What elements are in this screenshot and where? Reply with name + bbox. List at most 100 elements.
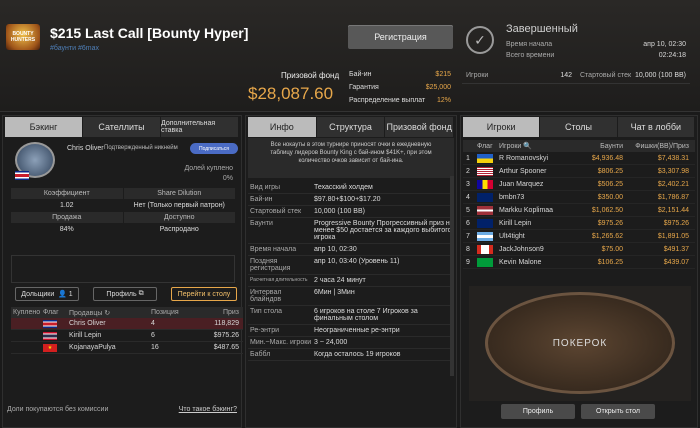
backing-player-card: Chris Oliver Подтвержденный никнейм Подп… bbox=[7, 138, 243, 354]
share-dilution-label: Share Dilution bbox=[123, 188, 235, 199]
tournament-title: $215 Last Call [Bounty Hyper] bbox=[50, 25, 249, 41]
col-prize[interactable]: Приз bbox=[203, 309, 243, 316]
guarantee-label: Гарантия bbox=[349, 84, 379, 91]
tab-backing[interactable]: Бэкинг bbox=[5, 117, 82, 137]
sold-label: Долей куплено bbox=[184, 165, 233, 172]
country-flag-icon bbox=[477, 166, 493, 176]
user-icon: 👤 bbox=[58, 291, 67, 298]
player-row[interactable]: 8 JackJohnson9 $75.00 $491.37 bbox=[463, 243, 695, 256]
available-label: Доступно bbox=[123, 212, 235, 223]
duration-label: Всего времени bbox=[506, 52, 555, 59]
prize-pool-value: $28,087.60 bbox=[248, 84, 334, 103]
info-value: 10,000 (100 BB) bbox=[314, 208, 365, 215]
country-flag-icon bbox=[477, 244, 493, 254]
verified-label: Подтвержденный никнейм bbox=[104, 145, 178, 151]
player-bounty: $4,936.48 bbox=[591, 154, 623, 162]
tournament-info-list: Вид игры Техасский холдем Бай-ин $97.80+$1… bbox=[248, 182, 454, 361]
player-rank: 9 bbox=[466, 258, 470, 266]
player-row[interactable]: 3 Juan Marquez $506.25 $2,402.21 bbox=[463, 178, 695, 191]
info-value: Техасский холдем bbox=[314, 184, 373, 191]
col-bought[interactable]: Куплено bbox=[11, 309, 43, 316]
player-row[interactable]: 9 Kevin Malone $106.25 $439.07 bbox=[463, 256, 695, 269]
profile-button[interactable]: Профиль ⧉ bbox=[93, 287, 157, 301]
tournament-header: BOUNTY HUNTERS $215 Last Call [Bounty Hy… bbox=[0, 0, 700, 112]
open-table-button[interactable]: Открыть стол bbox=[581, 404, 655, 419]
col-players[interactable]: Игроки 🔍 bbox=[499, 142, 563, 150]
table-row[interactable]: Chris Oliver 4 118,829 bbox=[11, 318, 243, 330]
seller-prize: $487.65 bbox=[213, 344, 239, 351]
info-key: Мин.~Макс. игроки bbox=[250, 339, 312, 346]
player-bounty: $1,265.62 bbox=[591, 232, 623, 240]
player-name: Kevin Malone bbox=[499, 258, 542, 266]
col-sellers[interactable]: Продавцы ↻ bbox=[69, 309, 151, 317]
col-chips[interactable]: Фишки(BB)/Приз bbox=[623, 143, 695, 150]
player-profile-button[interactable]: Профиль bbox=[501, 404, 575, 419]
player-name: Ult4tight bbox=[499, 232, 525, 240]
info-key: Баунти bbox=[250, 220, 273, 227]
stack-label: Стартовый стек bbox=[580, 72, 632, 79]
shareholders-count: 1 bbox=[68, 290, 73, 298]
info-key: Баббл bbox=[250, 351, 271, 358]
share-dilution-value: Нет (Только первый патрон) bbox=[133, 202, 225, 209]
tab-side-bet[interactable]: Дополнительная ставка bbox=[161, 117, 238, 137]
what-is-backing-link[interactable]: Что такое бэкинг? bbox=[179, 406, 237, 413]
register-button[interactable]: Регистрация bbox=[348, 25, 453, 49]
tournament-tags[interactable]: #баунти #6max bbox=[50, 45, 99, 52]
player-name: bmbn73 bbox=[499, 193, 525, 201]
player-name: R Romanovskyi bbox=[499, 154, 549, 162]
backed-player-name[interactable]: Chris Oliver bbox=[67, 145, 104, 152]
player-row[interactable]: 2 Arthur Spooner $806.25 $3,307.98 bbox=[463, 165, 695, 178]
country-flag-icon bbox=[477, 205, 493, 215]
seller-name: KojanayaPulya bbox=[69, 344, 116, 351]
col-flag[interactable]: Флаг bbox=[43, 309, 69, 316]
tab-tables[interactable]: Столы bbox=[540, 117, 617, 137]
shareholders-label: Дольщики bbox=[21, 290, 55, 298]
costa-rica-flag-icon bbox=[43, 319, 57, 328]
player-chips: $2,402.21 bbox=[657, 180, 689, 188]
backing-panel: Бэкинг Сателлиты Дополнительная ставка C… bbox=[2, 115, 243, 428]
info-key: Интервал блайндов bbox=[250, 289, 282, 303]
player-row[interactable]: 1 R Romanovskyi $4,936.48 $7,438.31 bbox=[463, 152, 695, 165]
sale-label: Продажа bbox=[11, 212, 123, 223]
player-chips: $975.26 bbox=[663, 219, 689, 227]
player-row[interactable]: 7 Ult4tight $1,265.62 $1,891.05 bbox=[463, 230, 695, 243]
info-key: Бай-ин bbox=[250, 196, 273, 203]
player-chips: $1,891.05 bbox=[657, 232, 689, 240]
tab-info[interactable]: Инфо bbox=[248, 117, 316, 137]
info-scrollbar[interactable] bbox=[450, 176, 454, 376]
status-title: Завершенный bbox=[506, 23, 578, 35]
shareholders-button[interactable]: Дольщики 👤 1 bbox=[15, 287, 79, 301]
search-icon[interactable]: 🔍 bbox=[523, 143, 532, 150]
col-players-label: Игроки bbox=[499, 143, 522, 150]
player-chips: $2,151.44 bbox=[657, 206, 689, 214]
thailand-flag-icon bbox=[43, 331, 57, 340]
player-row[interactable]: 4 bmbn73 $350.00 $1,786.87 bbox=[463, 191, 695, 204]
col-flag[interactable]: Флаг bbox=[477, 143, 499, 150]
refresh-icon[interactable]: ↻ bbox=[104, 310, 110, 317]
info-value: 6Мин | 3Мин bbox=[314, 289, 355, 296]
player-row[interactable]: 5 Markku Koplimaa $1,062.50 $2,151.44 bbox=[463, 204, 695, 217]
bounty-king-notice: Все нокауты в этом турнире приносят очки… bbox=[248, 138, 454, 178]
go-to-table-button[interactable]: Перейти к столу bbox=[171, 287, 237, 301]
tab-players[interactable]: Игроки bbox=[463, 117, 540, 137]
tab-prize-pool[interactable]: Призовой фонд bbox=[385, 117, 454, 137]
fees-info: Бай-ин $215 Гарантия $25,000 Распределение… bbox=[349, 68, 451, 107]
col-bounty[interactable]: Баунти bbox=[563, 143, 623, 150]
seller-position: 16 bbox=[151, 344, 159, 351]
col-position[interactable]: Позиция bbox=[151, 309, 203, 316]
info-value: апр 10, 02:30 bbox=[314, 246, 357, 253]
tab-structure[interactable]: Структура bbox=[316, 117, 385, 137]
player-bounty: $1,062.50 bbox=[591, 206, 623, 214]
table-row[interactable]: ★ KojanayaPulya 16 $487.65 bbox=[11, 342, 243, 354]
info-key: Расчетная длительность bbox=[250, 277, 308, 283]
info-key: Время начала bbox=[250, 246, 297, 253]
subscribe-button[interactable]: Подписаться bbox=[190, 143, 238, 154]
player-row[interactable]: 6 Kirill Lepin $975.26 $975.26 bbox=[463, 217, 695, 230]
player-rank: 8 bbox=[466, 245, 470, 253]
info-panel: Инфо Структура Призовой фонд Все нокауты… bbox=[245, 115, 457, 428]
tab-satellites[interactable]: Сателлиты bbox=[83, 117, 160, 137]
table-row[interactable]: Kirill Lepin 6 $975.26 bbox=[11, 330, 243, 342]
tab-lobby-chat[interactable]: Чат в лобби bbox=[617, 117, 694, 137]
player-bounty: $975.26 bbox=[597, 219, 623, 227]
stats-bar: Игроки 142 Стартовый стек 10,000 (100 BB) bbox=[462, 68, 690, 84]
